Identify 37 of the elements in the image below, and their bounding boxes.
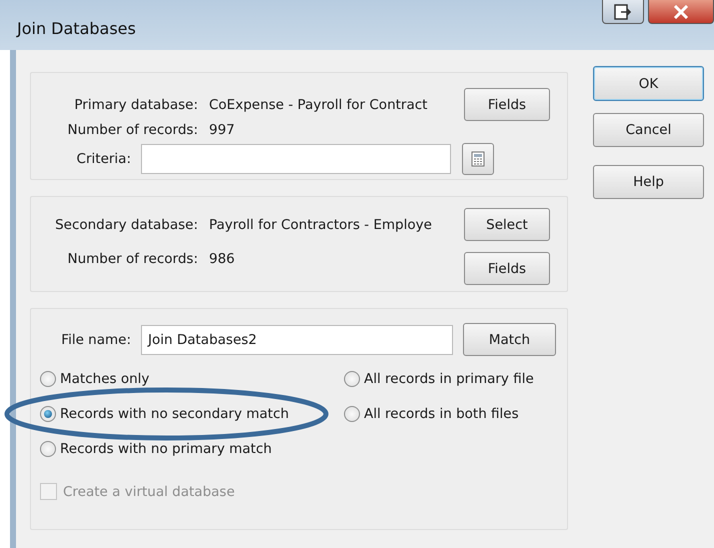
match-button[interactable]: Match <box>463 323 556 356</box>
field-label: Secondary database: <box>54 216 198 232</box>
dialog-button[interactable]: Cancel <box>593 113 704 147</box>
checkbox-label: Create a virtual database <box>63 484 235 500</box>
dialog-button[interactable]: OK <box>593 66 704 101</box>
radio-button[interactable] <box>40 406 56 422</box>
option-label: Records with no secondary match <box>60 406 289 422</box>
radio-button[interactable] <box>344 371 360 387</box>
database-name: Payroll for Contractors - Employe <box>209 216 433 232</box>
fields-button[interactable]: Fields <box>464 88 550 121</box>
radio-button[interactable] <box>40 371 56 387</box>
dialog-button[interactable]: Help <box>593 165 704 199</box>
record-count: 986 <box>209 251 236 267</box>
criteria-field[interactable] <box>141 144 451 174</box>
field-label: Number of records: <box>66 251 198 267</box>
option-label: All records in primary file <box>364 371 534 387</box>
file-name-field[interactable]: Join Databases2 <box>141 324 453 354</box>
close-button[interactable] <box>648 0 714 24</box>
window-icon <box>613 4 633 20</box>
select-button[interactable]: Select <box>464 208 550 241</box>
calculator-button[interactable] <box>462 143 494 175</box>
option-label: Records with no primary match <box>60 441 272 457</box>
field-label: Primary database: <box>73 96 198 112</box>
field-label: File name: <box>60 332 131 348</box>
field-label: Number of records: <box>66 122 198 138</box>
option-label: All records in both files <box>364 406 519 422</box>
field-label: Criteria: <box>76 151 131 167</box>
option-label: Matches only <box>60 371 150 387</box>
close-icon <box>673 4 689 18</box>
radio-button[interactable] <box>344 406 360 422</box>
fields-button[interactable]: Fields <box>464 252 550 285</box>
calculator-icon <box>471 151 485 167</box>
database-name: CoExpense - Payroll for Contract <box>209 96 428 112</box>
window-title: Join Databases <box>17 19 136 38</box>
radio-button[interactable] <box>40 441 56 457</box>
record-count: 997 <box>209 122 236 138</box>
restore-button[interactable] <box>602 0 644 24</box>
